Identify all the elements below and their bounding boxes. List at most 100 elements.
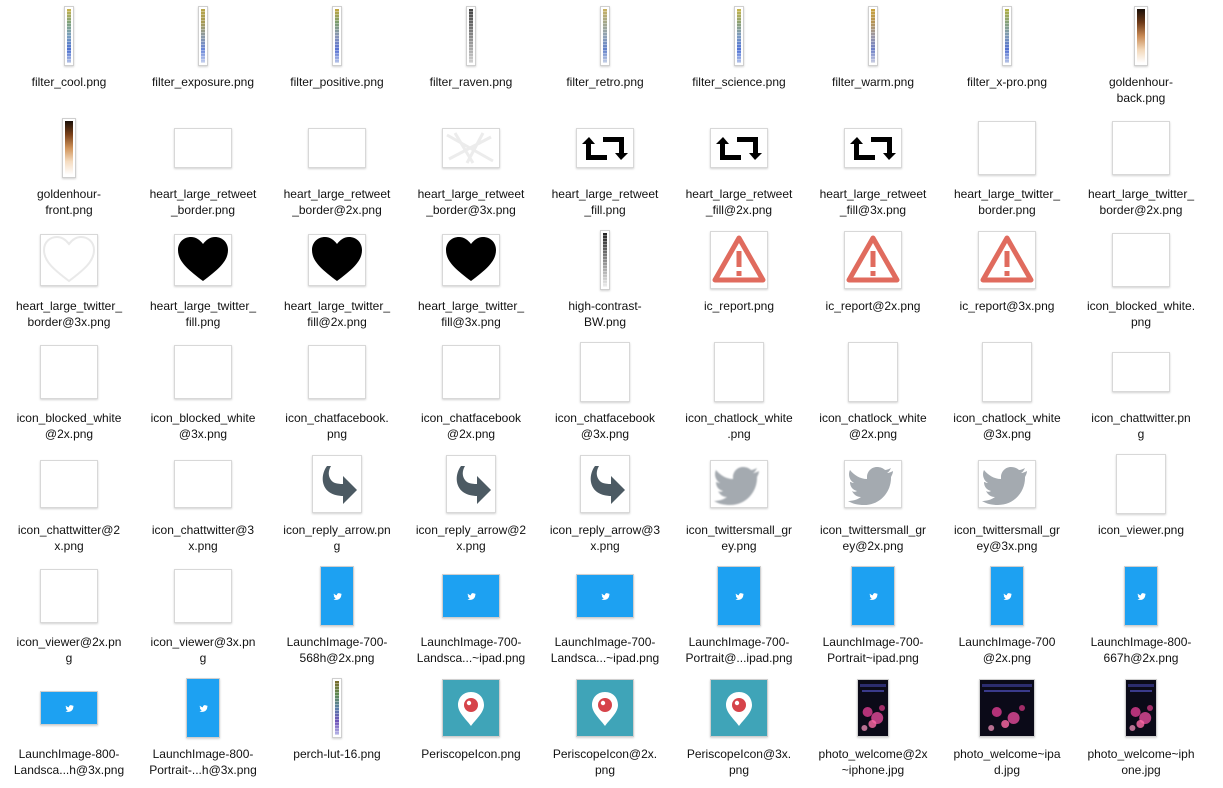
file-item[interactable]: LaunchImage-700- Landsca...~ipad.png: [404, 564, 538, 676]
blank-wide-icon: [308, 128, 366, 168]
file-name-label: icon_reply_arrow.pn g: [283, 523, 391, 553]
file-item[interactable]: icon_reply_arrow@3 x.png: [538, 452, 672, 564]
file-item[interactable]: LaunchImage-800- 667h@2x.png: [1074, 564, 1208, 676]
file-item[interactable]: LaunchImage-700- Portrait@...ipad.png: [672, 564, 806, 676]
file-item[interactable]: photo_welcome~ipa d.jpg: [940, 676, 1074, 788]
file-name-label: LaunchImage-800- 667h@2x.png: [1090, 635, 1192, 665]
file-item[interactable]: icon_blocked_white @2x.png: [2, 340, 136, 452]
warning-icon: [844, 231, 902, 289]
file-item[interactable]: heart_large_retweet _fill@2x.png: [672, 116, 806, 228]
file-item[interactable]: icon_reply_arrow.pn g: [270, 452, 404, 564]
bird-icon: [844, 460, 902, 508]
file-name-label: icon_chatlock_white @3x.png: [953, 411, 1061, 441]
file-thumbnail: [2, 340, 136, 404]
file-item[interactable]: goldenhour- front.png: [2, 116, 136, 228]
file-item[interactable]: icon_chatlock_white @2x.png: [806, 340, 940, 452]
periscope-icon: [710, 679, 768, 737]
file-item[interactable]: icon_chattwitter.pn g: [1074, 340, 1208, 452]
file-item[interactable]: heart_large_twitter_ fill@2x.png: [270, 228, 404, 340]
file-item[interactable]: filter_science.png: [672, 4, 806, 116]
file-name-label: PeriscopeIcon@3x. png: [686, 747, 792, 777]
file-item[interactable]: filter_exposure.png: [136, 4, 270, 116]
reply-icon: [312, 455, 362, 513]
photo-tall-icon: [857, 679, 889, 737]
file-item[interactable]: ic_report@3x.png: [940, 228, 1074, 340]
goldstrip-icon: [1134, 6, 1148, 66]
file-item[interactable]: icon_reply_arrow@2 x.png: [404, 452, 538, 564]
file-item[interactable]: heart_large_twitter_ border@3x.png: [2, 228, 136, 340]
file-thumbnail: [136, 228, 270, 292]
blank-square-icon: [978, 121, 1036, 175]
file-item[interactable]: high-contrast- BW.png: [538, 228, 672, 340]
file-item[interactable]: heart_large_retweet _border.png: [136, 116, 270, 228]
file-item[interactable]: icon_chatfacebook. png: [270, 340, 404, 452]
file-item[interactable]: perch-lut-16.png: [270, 676, 404, 788]
retweet-icon: [710, 128, 768, 168]
file-thumbnail: [136, 116, 270, 180]
file-item[interactable]: icon_viewer@3x.pn g: [136, 564, 270, 676]
file-item[interactable]: filter_x-pro.png: [940, 4, 1074, 116]
file-name-label: heart_large_twitter_ fill@2x.png: [283, 299, 391, 329]
file-thumbnail: [136, 4, 270, 68]
photo-wide-icon: [979, 679, 1035, 737]
retweet-icon: [576, 128, 634, 168]
file-item[interactable]: LaunchImage-700 @2x.png: [940, 564, 1074, 676]
file-item[interactable]: icon_chatfacebook @3x.png: [538, 340, 672, 452]
file-name-label: ic_report@2x.png: [825, 299, 921, 313]
file-item[interactable]: heart_large_retweet _fill.png: [538, 116, 672, 228]
blank-square-icon: [174, 569, 232, 623]
file-item[interactable]: PeriscopeIcon@2x. png: [538, 676, 672, 788]
file-item[interactable]: goldenhour- back.png: [1074, 4, 1208, 116]
file-item[interactable]: LaunchImage-700- 568h@2x.png: [270, 564, 404, 676]
file-item[interactable]: photo_welcome~iph one.jpg: [1074, 676, 1208, 788]
file-thumbnail: [672, 340, 806, 404]
file-item[interactable]: ic_report@2x.png: [806, 228, 940, 340]
file-item[interactable]: icon_chattwitter@2 x.png: [2, 452, 136, 564]
file-thumbnail: [2, 116, 136, 180]
file-item[interactable]: icon_chattwitter@3 x.png: [136, 452, 270, 564]
file-name-label: icon_chatlock_white @2x.png: [819, 411, 927, 441]
blank-square-sm-icon: [174, 460, 232, 508]
file-item[interactable]: heart_large_retweet _border@3x.png: [404, 116, 538, 228]
file-thumbnail: [538, 452, 672, 516]
file-item[interactable]: photo_welcome@2x ~iphone.jpg: [806, 676, 940, 788]
blank-tall-icon: [982, 342, 1032, 402]
file-item[interactable]: filter_retro.png: [538, 4, 672, 116]
file-item[interactable]: LaunchImage-700- Landsca...~ipad.png: [538, 564, 672, 676]
file-item[interactable]: heart_large_twitter_ fill@3x.png: [404, 228, 538, 340]
strip-icon: [1002, 6, 1012, 66]
file-item[interactable]: icon_chatlock_white .png: [672, 340, 806, 452]
file-item[interactable]: LaunchImage-700- Portrait~ipad.png: [806, 564, 940, 676]
file-item[interactable]: heart_large_retweet _border@2x.png: [270, 116, 404, 228]
file-item[interactable]: ic_report.png: [672, 228, 806, 340]
launch-portrait-icon: [851, 566, 895, 626]
file-item[interactable]: PeriscopeIcon@3x. png: [672, 676, 806, 788]
file-name-label: perch-lut-16.png: [293, 747, 381, 761]
file-item[interactable]: icon_twittersmall_gr ey@3x.png: [940, 452, 1074, 564]
file-item[interactable]: heart_large_twitter_ border@2x.png: [1074, 116, 1208, 228]
file-item[interactable]: icon_blocked_white. png: [1074, 228, 1208, 340]
file-item[interactable]: icon_chatfacebook @2x.png: [404, 340, 538, 452]
file-item[interactable]: icon_twittersmall_gr ey.png: [672, 452, 806, 564]
file-item[interactable]: filter_cool.png: [2, 4, 136, 116]
file-item[interactable]: LaunchImage-800- Portrait-...h@3x.png: [136, 676, 270, 788]
file-thumbnail: [940, 564, 1074, 628]
file-thumbnail: [940, 228, 1074, 292]
file-item[interactable]: filter_raven.png: [404, 4, 538, 116]
file-item[interactable]: filter_positive.png: [270, 4, 404, 116]
file-item[interactable]: LaunchImage-800- Landsca...h@3x.png: [2, 676, 136, 788]
file-item[interactable]: icon_chatlock_white @3x.png: [940, 340, 1074, 452]
file-name-label: icon_chatfacebook. png: [285, 411, 389, 441]
file-item[interactable]: PeriscopeIcon.png: [404, 676, 538, 788]
file-item[interactable]: icon_twittersmall_gr ey@2x.png: [806, 452, 940, 564]
file-item[interactable]: icon_viewer@2x.pn g: [2, 564, 136, 676]
file-item[interactable]: heart_large_twitter_ border.png: [940, 116, 1074, 228]
blank-tall-icon: [714, 342, 764, 402]
file-thumbnail: [538, 340, 672, 404]
file-thumbnail: [2, 4, 136, 68]
file-item[interactable]: icon_blocked_white @3x.png: [136, 340, 270, 452]
file-item[interactable]: icon_viewer.png: [1074, 452, 1208, 564]
file-item[interactable]: heart_large_retweet _fill@3x.png: [806, 116, 940, 228]
file-item[interactable]: heart_large_twitter_ fill.png: [136, 228, 270, 340]
file-item[interactable]: filter_warm.png: [806, 4, 940, 116]
